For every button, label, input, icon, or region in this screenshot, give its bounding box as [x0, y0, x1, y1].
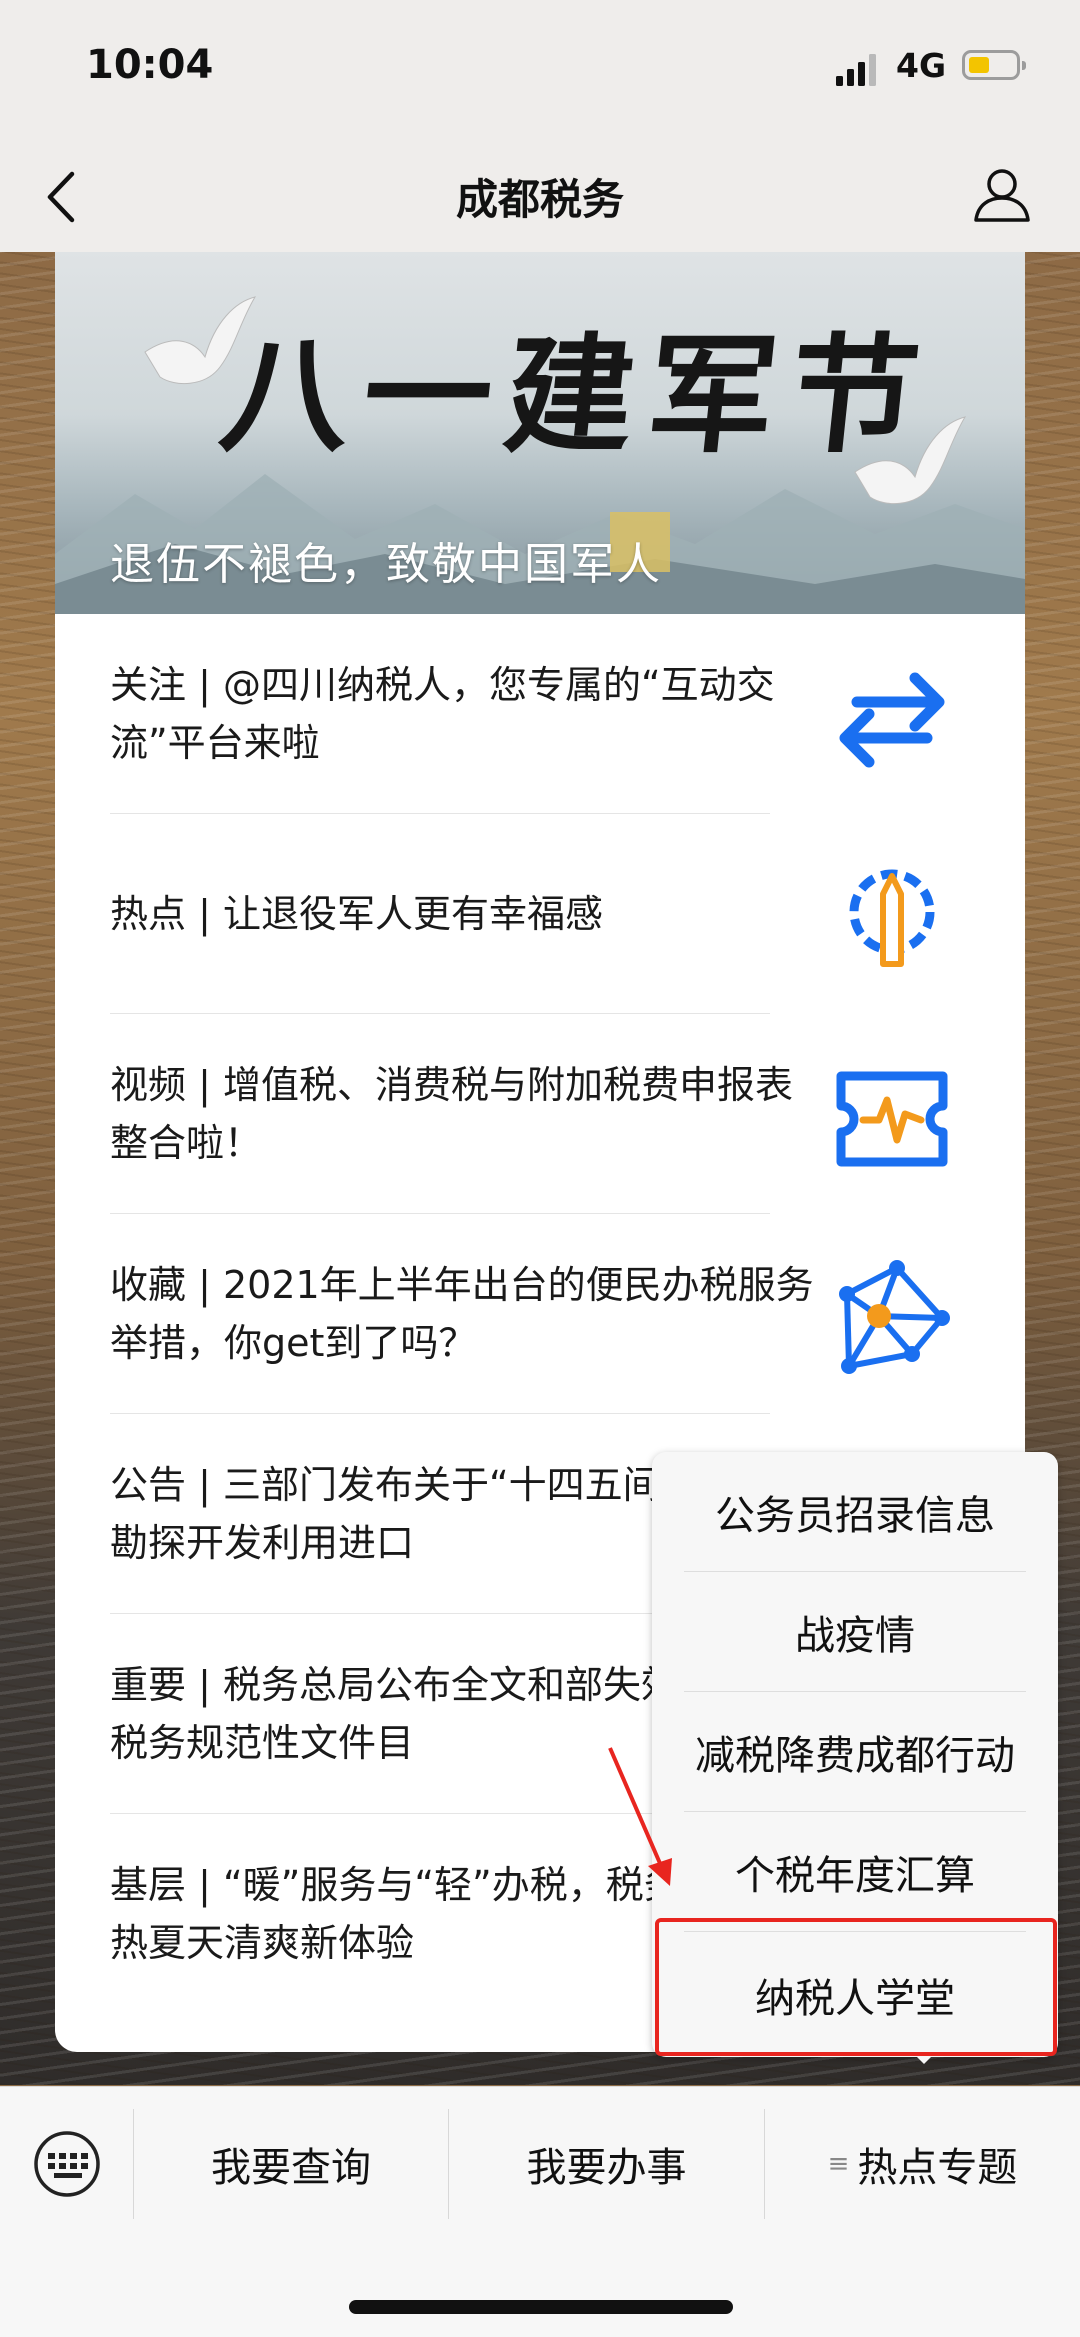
banner-title: 八一建军节 — [213, 321, 940, 471]
keyboard-icon[interactable] — [32, 2129, 102, 2199]
tab-hot-topics-label: 热点专题 — [857, 2145, 1018, 2191]
nav-bar: 成都税务 — [0, 140, 1080, 252]
menu-item-annual-settlement[interactable]: 个税年度汇算 — [652, 1812, 1058, 1931]
banner-caption: 退伍不褪色，致敬中国军人 — [110, 539, 662, 590]
menu-lines-icon: ≡ — [827, 2149, 850, 2179]
article-title: 关注 | @四川纳税人，您专属的“互动交流”平台来啦 — [110, 663, 775, 765]
annotation-arrow-icon — [608, 1747, 672, 1886]
menu-item-epidemic[interactable]: 战疫情 — [652, 1572, 1058, 1691]
highlight-box — [655, 1918, 1057, 2056]
status-time: 10:04 — [86, 42, 214, 88]
tab-hot-topics[interactable]: ≡ 热点专题 — [765, 2087, 1080, 2241]
status-bar: 10:04 4G — [0, 0, 1080, 140]
banner[interactable]: 八一建军节 退伍不褪色，致敬中国军人 — [55, 252, 1025, 614]
list-item[interactable]: 关注 | @四川纳税人，您专属的“互动交流”平台来啦 — [55, 614, 1025, 814]
list-item[interactable]: 视频 | 增值税、消费税与附加税费申报表整合啦！ — [55, 1014, 1025, 1214]
home-indicator[interactable] — [349, 2300, 733, 2314]
signal-icon — [836, 54, 876, 86]
gear-pencil-icon — [849, 869, 935, 967]
profile-icon[interactable] — [970, 162, 1034, 226]
ticket-pulse-icon — [836, 1071, 948, 1167]
network-nodes-icon — [839, 1260, 950, 1374]
page-title: 成都税务 — [455, 175, 624, 224]
article-title: 收藏 | 2021年上半年出台的便民办税服务举措，你get到了吗？ — [110, 1263, 814, 1365]
article-title: 视频 | 增值税、消费税与附加税费申报表整合啦！ — [110, 1063, 793, 1165]
list-item[interactable]: 收藏 | 2021年上半年出台的便民办税服务举措，你get到了吗？ — [55, 1214, 1025, 1414]
tab-query[interactable]: 我要查询 — [134, 2087, 448, 2241]
menu-item-civil-servant[interactable]: 公务员招录信息 — [652, 1452, 1058, 1571]
home-indicator-area — [0, 2250, 1080, 2337]
article-title: 热点 | 让退役军人更有幸福感 — [110, 892, 603, 936]
bottom-tab-bar: 我要查询 我要办事 ≡ 热点专题 — [0, 2086, 1080, 2251]
list-item[interactable]: 热点 | 让退役军人更有幸福感 — [55, 814, 1025, 1014]
network-type: 4G — [896, 46, 947, 85]
menu-item-tax-reduction[interactable]: 减税降费成都行动 — [652, 1692, 1058, 1811]
exchange-arrows-icon — [839, 672, 945, 768]
tab-services[interactable]: 我要办事 — [449, 2087, 764, 2241]
battery-icon — [962, 50, 1026, 80]
